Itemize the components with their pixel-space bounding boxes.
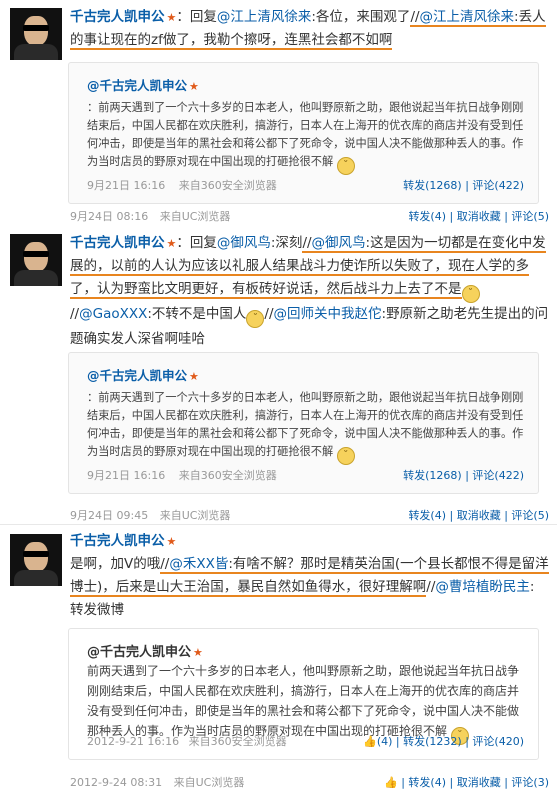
- post-meta: 2012-9-24 08:31 来自UC浏览器 👍 | 转发(4) | 取消收藏…: [70, 774, 549, 790]
- post-2: 千古完人凯申公 ★：回复@御风鸟:深刻//@御风鸟:这是因为一切都是在变化中发展的…: [0, 232, 557, 522]
- mention-link[interactable]: @曹培植盼民主: [435, 579, 530, 595]
- quoted-source: 来自360安全浏览器: [188, 735, 287, 748]
- post-source: 来自UC浏览器: [159, 210, 231, 223]
- post-time[interactable]: 9月24日 08:16: [70, 210, 148, 223]
- quoted-author-link[interactable]: @千古完人凯申公: [87, 645, 191, 660]
- post-source: 来自UC浏览器: [173, 776, 245, 789]
- post-text: 千古完人凯申公 ★ 是啊，加V的哦//@禾XX皆:有啥不解？那时是精英治国(一个县…: [70, 530, 549, 622]
- quoted-post: @千古完人凯申公 ★ 前两天遇到了一个六十多岁的日本老人，他叫野原新之助，跟他说起…: [68, 628, 539, 760]
- post-3: 千古完人凯申公 ★ 是啊，加V的哦//@禾XX皆:有啥不解？那时是精英治国(一个县…: [0, 530, 557, 800]
- post-actions[interactable]: 转发(4) | 取消收藏 | 评论(5): [408, 507, 549, 523]
- vip-icon: ★: [166, 535, 177, 548]
- quoted-source: 来自360安全浏览器: [178, 179, 277, 192]
- mention-link[interactable]: @禾XX皆: [169, 556, 228, 572]
- post-source: 来自UC浏览器: [159, 509, 231, 522]
- quoted-time[interactable]: 9月21日 16:16: [87, 469, 165, 482]
- quoted-post: @千古完人凯申公 ★ ：前两天遇到了一个六十多岁的日本老人，他叫野原新之助，跟他说…: [68, 62, 539, 204]
- vip-icon: ★: [166, 11, 177, 24]
- author-link[interactable]: 千古完人凯申公: [70, 9, 165, 25]
- mention-link[interactable]: @江上清风徐来: [420, 9, 515, 25]
- mention-link[interactable]: @御风鸟: [217, 235, 271, 251]
- smile-emoticon-icon: ˘: [336, 447, 355, 465]
- smile-emoticon-icon: ˘: [246, 310, 265, 328]
- quoted-author-link[interactable]: @千古完人凯申公: [87, 368, 187, 383]
- post-actions[interactable]: 转发(4) | 取消收藏 | 评论(5): [408, 208, 549, 224]
- quoted-post: @千古完人凯申公 ★ ：前两天遇到了一个六十多岁的日本老人，他叫野原新之助，跟他说…: [68, 352, 539, 494]
- post-1: 千古完人凯申公 ★：回复@江上清风徐来:各位，来围观了//@江上清风徐来:丢人的事…: [0, 0, 557, 225]
- smile-emoticon-icon: ˘: [336, 157, 355, 175]
- post-meta: 9月24日 08:16 来自UC浏览器 转发(4) | 取消收藏 | 评论(5): [70, 208, 549, 224]
- post-actions[interactable]: 👍 | 转发(4) | 取消收藏 | 评论(3): [384, 774, 549, 790]
- quoted-text: ：前两天遇到了一个六十多岁的日本老人，他叫野原新之助，跟他说起当年抗日战争刚刚结…: [87, 101, 524, 168]
- post-time[interactable]: 2012-9-24 08:31: [70, 776, 162, 789]
- quoted-actions[interactable]: 转发(1268) | 评论(422): [403, 177, 524, 193]
- author-link[interactable]: 千古完人凯申公: [70, 235, 165, 251]
- quoted-time[interactable]: 9月21日 16:16: [87, 179, 165, 192]
- avatar-icon[interactable]: [10, 534, 62, 586]
- mention-link[interactable]: @回师关中我赵佗: [274, 306, 382, 322]
- repost-text: 转发微博: [70, 602, 124, 618]
- post-text: 千古完人凯申公 ★：回复@江上清风徐来:各位，来围观了//@江上清风徐来:丢人的事…: [70, 9, 546, 50]
- post-time[interactable]: 9月24日 09:45: [70, 509, 148, 522]
- mention-link[interactable]: @GaoXXX: [79, 306, 147, 322]
- avatar-icon[interactable]: [10, 234, 62, 286]
- vip-icon: ★: [189, 80, 199, 93]
- quoted-text: 前两天遇到了一个六十多岁的日本老人，他叫野原新之助，跟他说起当年抗日战争刚刚结束…: [87, 664, 520, 738]
- smile-emoticon-icon: ˘: [461, 285, 480, 303]
- mention-link[interactable]: @御风鸟: [312, 235, 366, 251]
- quoted-author-link[interactable]: @千古完人凯申公: [87, 78, 187, 93]
- avatar-icon[interactable]: [10, 8, 62, 60]
- post-text: 千古完人凯申公 ★：回复@御风鸟:深刻//@御风鸟:这是因为一切都是在变化中发展的…: [70, 235, 549, 347]
- quoted-text: ：前两天遇到了一个六十多岁的日本老人，他叫野原新之助，跟他说起当年抗日战争刚刚结…: [87, 391, 524, 458]
- quoted-actions[interactable]: 👍(4) | 转发(1232) | 评论(420): [363, 733, 524, 749]
- vip-icon: ★: [189, 370, 199, 383]
- post-divider: [0, 524, 557, 525]
- vip-icon: ★: [193, 646, 203, 659]
- quoted-source: 来自360安全浏览器: [178, 469, 277, 482]
- quoted-actions[interactable]: 转发(1268) | 评论(422): [403, 467, 524, 483]
- post-meta: 9月24日 09:45 来自UC浏览器 转发(4) | 取消收藏 | 评论(5): [70, 507, 549, 523]
- vip-icon: ★: [166, 237, 177, 250]
- quoted-time[interactable]: 2012-9-21 16:16: [87, 735, 179, 748]
- mention-link[interactable]: @江上清风徐来: [217, 9, 312, 25]
- author-link[interactable]: 千古完人凯申公: [70, 533, 165, 549]
